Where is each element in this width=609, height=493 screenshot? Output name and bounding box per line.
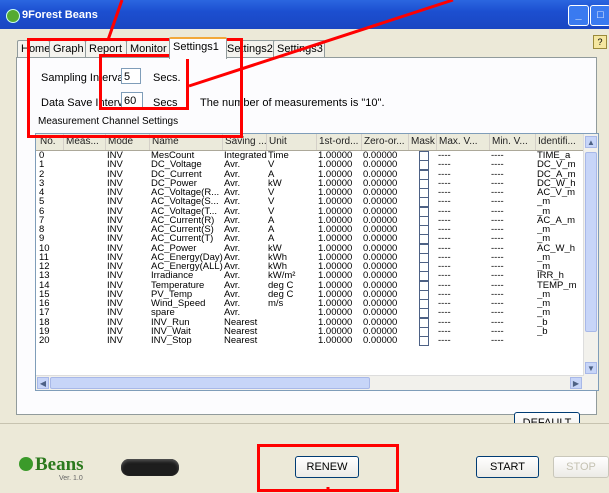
annotation-arrows <box>106 0 454 492</box>
annotation-arrow-2 <box>188 0 454 88</box>
annotation-arrow-1 <box>106 0 124 41</box>
tab-settings1[interactable]: Settings1 <box>169 37 227 59</box>
